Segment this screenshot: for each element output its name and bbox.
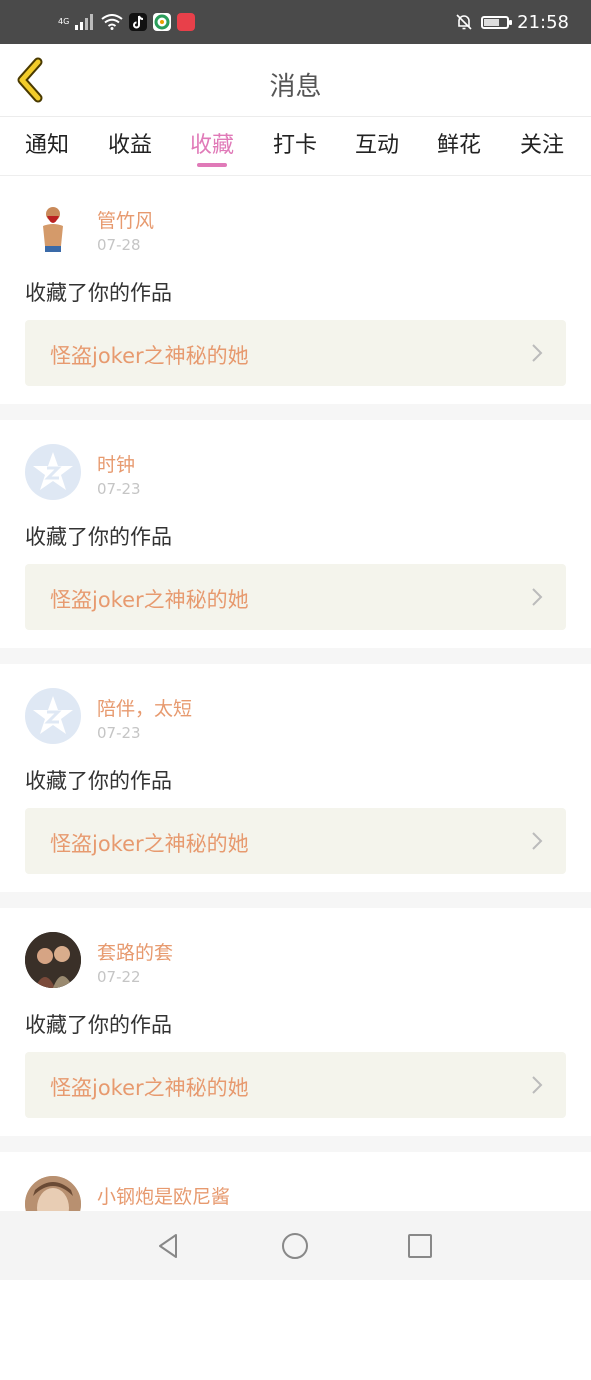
action-text: 收藏了你的作品: [25, 769, 172, 793]
work-link[interactable]: 怪盗joker之神秘的她: [25, 320, 566, 386]
tiktok-icon: [129, 13, 148, 31]
browser-icon: [153, 13, 172, 31]
avatar[interactable]: [25, 932, 81, 988]
message-date: 07-22: [97, 968, 141, 986]
work-link[interactable]: 怪盗joker之神秘的她: [25, 808, 566, 874]
tab-flowers[interactable]: 鲜花: [424, 127, 494, 167]
message-card: 时钟 07-23 收藏了你的作品 怪盗joker之神秘的她: [0, 420, 591, 648]
tab-checkin[interactable]: 打卡: [260, 127, 330, 167]
work-title: 怪盗joker之神秘的她: [50, 344, 249, 368]
username[interactable]: 陪伴，太短: [97, 694, 192, 721]
tab-label: 互动: [354, 133, 399, 158]
work-title: 怪盗joker之神秘的她: [50, 832, 249, 856]
tab-label: 收益: [107, 133, 152, 158]
tab-label: 通知: [24, 133, 69, 158]
tab-label: 关注: [519, 133, 564, 158]
tab-notice[interactable]: 通知: [12, 127, 82, 167]
active-tab-indicator: [197, 163, 227, 167]
tab-label: 鲜花: [436, 133, 481, 158]
work-link[interactable]: 怪盗joker之神秘的她: [25, 564, 566, 630]
recents-square-icon[interactable]: [405, 1231, 435, 1261]
tab-bar: 通知 收益 收藏 打卡 互动 鲜花 关注: [0, 117, 591, 176]
chevron-right-icon: [532, 832, 543, 850]
tab-label: 收藏: [189, 133, 234, 158]
tab-earnings[interactable]: 收益: [95, 127, 165, 167]
signal-icon: [75, 14, 94, 30]
page-title: 消息: [269, 72, 322, 102]
system-nav-bar: [0, 1211, 591, 1280]
default-avatar-icon[interactable]: [25, 688, 81, 744]
chevron-right-icon: [532, 1076, 543, 1094]
action-text: 收藏了你的作品: [25, 281, 172, 305]
battery-icon: [481, 15, 513, 29]
header: 消息: [0, 44, 591, 117]
chevron-right-icon: [532, 344, 543, 362]
home-circle-icon[interactable]: [280, 1231, 310, 1261]
back-triangle-icon[interactable]: [154, 1231, 184, 1261]
work-title: 怪盗joker之神秘的她: [50, 588, 249, 612]
message-card: 套路的套 07-22 收藏了你的作品 怪盗joker之神秘的她: [0, 908, 591, 1136]
network-type: 4G: [58, 17, 70, 26]
work-title: 怪盗joker之神秘的她: [50, 1076, 249, 1100]
status-right: 21:58: [455, 10, 569, 34]
app-icon: [177, 13, 196, 31]
username[interactable]: 管竹风: [97, 206, 154, 233]
username[interactable]: 小钢炮是欧尼酱: [97, 1182, 230, 1209]
message-card: 管竹风 07-28 收藏了你的作品 怪盗joker之神秘的她: [0, 176, 591, 404]
action-text: 收藏了你的作品: [25, 1013, 172, 1037]
status-bar: 4G 21:58: [0, 0, 591, 44]
tab-follow[interactable]: 关注: [507, 127, 577, 167]
message-date: 07-28: [97, 236, 141, 254]
tab-label: 打卡: [272, 133, 317, 158]
message-card: 陪伴，太短 07-23 收藏了你的作品 怪盗joker之神秘的她: [0, 664, 591, 892]
username[interactable]: 时钟: [97, 450, 135, 477]
message-date: 07-23: [97, 480, 141, 498]
avatar[interactable]: [25, 200, 81, 256]
action-text: 收藏了你的作品: [25, 525, 172, 549]
wifi-icon: [101, 14, 123, 30]
bell-muted-icon: [456, 14, 472, 30]
username[interactable]: 套路的套: [97, 938, 173, 965]
status-left: 4G: [58, 10, 196, 34]
message-date: 07-23: [97, 724, 141, 742]
tab-favorites[interactable]: 收藏: [177, 127, 247, 167]
tab-interaction[interactable]: 互动: [342, 127, 412, 167]
default-avatar-icon[interactable]: [25, 444, 81, 500]
work-link[interactable]: 怪盗joker之神秘的她: [25, 1052, 566, 1118]
clock: 21:58: [517, 11, 569, 33]
chevron-right-icon: [532, 588, 543, 606]
